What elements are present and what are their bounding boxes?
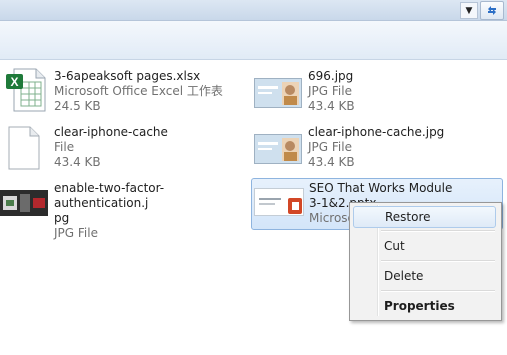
file-tile[interactable]: clear-iphone-cache.jpg JPG File 43.4 KB: [252, 124, 502, 176]
pptx-thumbnail-icon: [254, 188, 304, 219]
file-size: 43.4 KB: [308, 99, 355, 113]
address-bar-strip: ▼: [0, 0, 507, 21]
address-dropdown-button[interactable]: ▼: [460, 2, 478, 19]
file-type: JPG File: [308, 84, 352, 98]
file-tile[interactable]: X 3-6apeaksoft pages.xlsx Microsoft Offi…: [2, 66, 252, 118]
file-size: 43.4 KB: [308, 155, 355, 169]
file-type: File: [54, 140, 75, 154]
file-tile[interactable]: enable-two-factor-authentication.j pg JP…: [0, 180, 250, 240]
menu-item-restore[interactable]: Restore: [353, 206, 496, 228]
context-menu: Restore Cut Delete Properties: [349, 202, 502, 321]
jpg-thumbnail-icon: [254, 78, 302, 111]
menu-separator: [381, 260, 495, 262]
menu-separator: [381, 230, 495, 232]
refresh-button[interactable]: [480, 1, 504, 20]
file-name: clear-iphone-cache: [54, 125, 168, 139]
file-tile[interactable]: 696.jpg JPG File 43.4 KB: [252, 66, 502, 118]
jpg-thumbnail-icon: [254, 134, 302, 167]
chevron-down-icon: ▼: [465, 5, 473, 16]
menu-item-cut[interactable]: Cut: [353, 235, 496, 257]
file-size: 43.4 KB: [54, 155, 101, 169]
jpg-thumbnail-icon: [0, 190, 48, 219]
menu-item-delete[interactable]: Delete: [353, 265, 496, 287]
file-tile[interactable]: clear-iphone-cache File 43.4 KB: [2, 124, 252, 176]
excel-file-icon: X: [4, 68, 48, 115]
toolbar: [0, 21, 507, 60]
file-name: 696.jpg: [308, 69, 354, 83]
file-type: Microsoft Office Excel 工作表: [54, 84, 223, 98]
blank-file-icon: [8, 126, 40, 173]
file-type: JPG File: [54, 226, 98, 240]
menu-separator: [381, 290, 495, 292]
file-name: 3-6apeaksoft pages.xlsx: [54, 69, 201, 83]
refresh-icon: [488, 6, 496, 15]
file-size: 24.5 KB: [54, 99, 101, 113]
svg-text:X: X: [10, 75, 18, 89]
file-type: JPG File: [308, 140, 352, 154]
file-name: enable-two-factor-authentication.j pg: [54, 181, 165, 225]
menu-item-properties[interactable]: Properties: [353, 295, 496, 317]
file-name: clear-iphone-cache.jpg: [308, 125, 445, 139]
